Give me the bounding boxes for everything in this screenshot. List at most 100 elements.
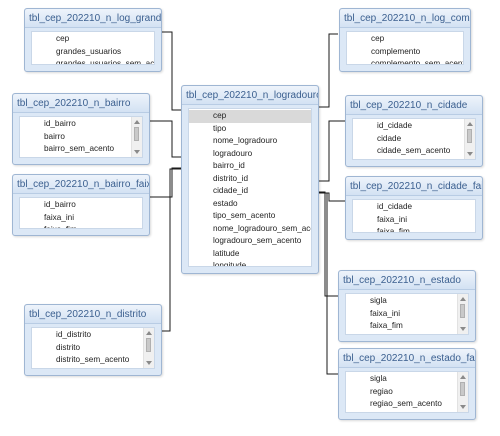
scroll-thumb[interactable] bbox=[146, 338, 151, 352]
scrollbar[interactable] bbox=[143, 328, 154, 368]
field-item[interactable]: id_distrito bbox=[32, 329, 154, 342]
field-item[interactable]: complemento_sem_acento bbox=[347, 58, 463, 64]
table-title[interactable]: tbl_cep_202210_n_log_comple... bbox=[340, 9, 470, 28]
field-item[interactable]: distrito_sem_acento bbox=[32, 354, 154, 367]
table-estado-faixa[interactable]: tbl_cep_202210_n_estado_faixa sigla regia… bbox=[338, 348, 476, 420]
scroll-down-icon[interactable] bbox=[467, 152, 473, 156]
field-item[interactable]: cidade bbox=[353, 133, 475, 146]
field-item[interactable]: faixa_fim bbox=[20, 224, 142, 228]
field-item[interactable]: faixa_fim bbox=[346, 320, 468, 333]
table-title[interactable]: tbl_cep_202210_n_estado_faixa bbox=[339, 349, 475, 368]
field-item[interactable]: bairro_sem_acento bbox=[20, 143, 142, 156]
scroll-down-icon[interactable] bbox=[146, 361, 152, 365]
scroll-up-icon[interactable] bbox=[134, 120, 140, 124]
table-bairro[interactable]: tbl_cep_202210_n_bairro id_bairro bairro b… bbox=[12, 93, 150, 165]
field-list[interactable]: siglafaixa_inifaixa_fimestado bbox=[345, 293, 469, 335]
fields: cep grandes_usuarios grandes_usuarios_sem_… bbox=[32, 32, 154, 64]
field-list[interactable]: id_distritodistritodistrito_sem_acentoci… bbox=[31, 327, 155, 369]
field-item[interactable]: id_cidade bbox=[353, 120, 475, 133]
field-item[interactable]: faixa_ini bbox=[353, 214, 475, 227]
table-bairro-faixa[interactable]: tbl_cep_202210_n_bairro_faixa id_bairro f… bbox=[12, 174, 150, 236]
table-title[interactable]: tbl_cep_202210_n_cidade bbox=[346, 96, 482, 115]
field-item[interactable]: grandes_usuarios_sem_acento bbox=[32, 58, 154, 64]
fields: id_distritodistritodistrito_sem_acentoci… bbox=[32, 328, 154, 369]
field-item[interactable]: bairro bbox=[20, 131, 142, 144]
scroll-thumb[interactable] bbox=[460, 382, 465, 396]
table-log-complemento[interactable]: tbl_cep_202210_n_log_comple... cepcomple… bbox=[339, 8, 471, 72]
field-list[interactable]: id_bairrofaixa_inifaixa_fim bbox=[19, 197, 143, 229]
fields: cep tipo nome_logradouro logradouro bairro_i… bbox=[189, 109, 311, 266]
scrollbar[interactable] bbox=[457, 294, 468, 334]
field-item[interactable]: sigla bbox=[346, 295, 468, 308]
link-estado-faixa bbox=[319, 192, 338, 375]
field-item[interactable]: cidade_sem_acento bbox=[353, 145, 475, 158]
fields: siglafaixa_inifaixa_fimestado bbox=[346, 294, 468, 335]
field-item[interactable]: id_cidade bbox=[353, 201, 475, 214]
table-distrito[interactable]: tbl_cep_202210_n_distrito id_distrito dis… bbox=[24, 304, 162, 376]
field-item[interactable]: cidade_id bbox=[20, 156, 142, 158]
table-title[interactable]: tbl_cep_202210_n_cidade_faixa bbox=[346, 177, 482, 196]
field-item[interactable]: cidade_id bbox=[189, 185, 311, 198]
table-title[interactable]: tbl_cep_202210_n_bairro_faixa bbox=[13, 175, 149, 194]
scroll-up-icon[interactable] bbox=[146, 331, 152, 335]
field-item[interactable]: faixa_ini bbox=[346, 308, 468, 321]
scroll-down-icon[interactable] bbox=[460, 327, 466, 331]
table-title[interactable]: tbl_cep_202210_n_logradouro bbox=[182, 86, 318, 105]
table-cidade[interactable]: tbl_cep_202210_n_cidade id_cidade cidade c… bbox=[345, 95, 483, 167]
field-item[interactable]: cidade_id bbox=[32, 367, 154, 369]
field-item[interactable]: faixa_ini bbox=[20, 212, 142, 225]
field-item[interactable]: logradouro_sem_acento bbox=[189, 235, 311, 248]
field-item[interactable]: id_bairro bbox=[20, 199, 142, 212]
scrollbar[interactable] bbox=[457, 372, 468, 412]
field-list[interactable]: id_bairrobairrobairro_sem_acentocidade_i… bbox=[19, 116, 143, 158]
field-item[interactable]: cep bbox=[189, 110, 311, 123]
scroll-down-icon[interactable] bbox=[460, 405, 466, 409]
field-list[interactable]: id_cidade faixa_ini faixa_fim bbox=[352, 199, 476, 233]
table-log-grande-usuarios[interactable]: tbl_cep_202210_n_log_grande_... cepgrand… bbox=[24, 8, 162, 72]
scroll-thumb[interactable] bbox=[134, 127, 139, 141]
field-item[interactable]: grandes_usuarios bbox=[32, 46, 154, 59]
field-item[interactable]: latitude bbox=[189, 248, 311, 261]
table-title[interactable]: tbl_cep_202210_n_estado bbox=[339, 271, 475, 290]
field-list[interactable]: cep complemento complemento_sem_acento bbox=[346, 31, 464, 65]
field-list[interactable]: cep grandes_usuarios grandes_usuarios_sem_… bbox=[31, 31, 155, 65]
field-item[interactable]: cep bbox=[32, 33, 154, 46]
field-item[interactable]: estado bbox=[189, 198, 311, 211]
field-item[interactable]: faixa_ini bbox=[346, 411, 468, 413]
field-item[interactable]: longitude bbox=[189, 260, 311, 266]
table-title[interactable]: tbl_cep_202210_n_distrito bbox=[25, 305, 161, 324]
field-item[interactable]: id_bairro bbox=[20, 118, 142, 131]
field-list[interactable]: siglaregiaoregiao_sem_acentofaixa_ini bbox=[345, 371, 469, 413]
field-item[interactable]: distrito bbox=[32, 342, 154, 355]
field-list[interactable]: id_cidadecidadecidade_sem_acentoestado bbox=[352, 118, 476, 160]
scroll-up-icon[interactable] bbox=[460, 375, 466, 379]
field-item[interactable]: tipo_sem_acento bbox=[189, 210, 311, 223]
field-list[interactable]: cep tipo nome_logradouro logradouro bairro_i… bbox=[188, 108, 312, 267]
scroll-thumb[interactable] bbox=[460, 304, 465, 318]
field-item[interactable]: distrito_id bbox=[189, 173, 311, 186]
table-title[interactable]: tbl_cep_202210_n_bairro bbox=[13, 94, 149, 113]
field-item[interactable]: sigla bbox=[346, 373, 468, 386]
table-cidade-faixa[interactable]: tbl_cep_202210_n_cidade_faixa id_cidade f… bbox=[345, 176, 483, 240]
scroll-thumb[interactable] bbox=[467, 129, 472, 143]
scroll-up-icon[interactable] bbox=[460, 297, 466, 301]
field-item[interactable]: nome_logradouro_sem_acento bbox=[189, 223, 311, 236]
scrollbar[interactable] bbox=[131, 117, 142, 157]
scroll-down-icon[interactable] bbox=[134, 150, 140, 154]
field-item[interactable]: nome_logradouro bbox=[189, 135, 311, 148]
field-item[interactable]: complemento bbox=[347, 46, 463, 59]
field-item[interactable]: cep bbox=[347, 33, 463, 46]
scroll-up-icon[interactable] bbox=[467, 122, 473, 126]
table-estado[interactable]: tbl_cep_202210_n_estado sigla faixa_ini fa… bbox=[338, 270, 476, 342]
field-item[interactable]: regiao bbox=[346, 386, 468, 399]
field-item[interactable]: bairro_id bbox=[189, 160, 311, 173]
table-title[interactable]: tbl_cep_202210_n_log_grande_... bbox=[25, 9, 161, 28]
field-item[interactable]: estado bbox=[353, 158, 475, 160]
field-item[interactable]: tipo bbox=[189, 123, 311, 136]
field-item[interactable]: estado bbox=[346, 333, 468, 335]
field-item[interactable]: regiao_sem_acento bbox=[346, 398, 468, 411]
field-item[interactable]: faixa_fim bbox=[353, 226, 475, 232]
table-logradouro[interactable]: tbl_cep_202210_n_logradouro cep tipo nome_… bbox=[181, 85, 319, 274]
field-item[interactable]: logradouro bbox=[189, 148, 311, 161]
scrollbar[interactable] bbox=[464, 119, 475, 159]
